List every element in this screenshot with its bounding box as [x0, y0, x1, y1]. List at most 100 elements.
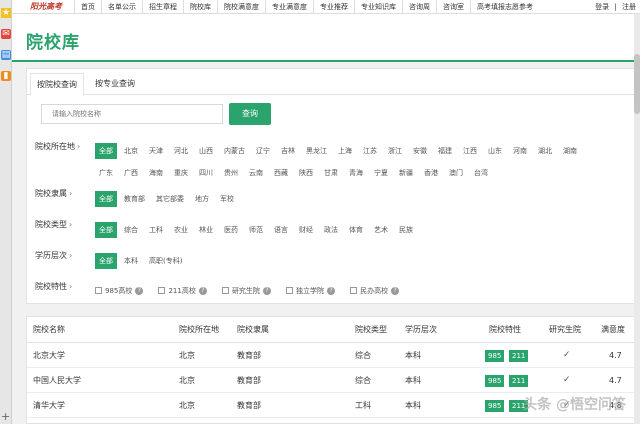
filter-option[interactable]: 湖南 — [559, 143, 581, 159]
filter-option[interactable]: 综合 — [120, 222, 142, 238]
doc-icon[interactable]: ▤ — [1, 50, 11, 60]
column-header[interactable]: 院校类型 — [355, 317, 387, 343]
scrollbar-thumb[interactable] — [634, 54, 640, 114]
filter-option[interactable]: 云南 — [245, 165, 267, 181]
help-icon[interactable]: ? — [262, 286, 271, 295]
filter-option[interactable]: 语言 — [270, 222, 292, 238]
filter-option[interactable]: 海南 — [145, 165, 167, 181]
school-name[interactable]: 中国人民大学 — [33, 368, 81, 393]
nav-item[interactable]: 院校满意度 — [217, 0, 265, 14]
filter-option[interactable]: 河南 — [509, 143, 531, 159]
filter-option[interactable]: 民族 — [395, 222, 417, 238]
feature-checkbox-985[interactable]: 985高校? — [95, 283, 144, 299]
column-header[interactable]: 研究生院 — [549, 317, 581, 343]
nav-item[interactable]: 高考填报志愿参考 — [470, 0, 539, 14]
feature-checkbox-private[interactable]: 民办高校? — [350, 283, 400, 299]
filter-option[interactable]: 新疆 — [395, 165, 417, 181]
feature-checkbox-grad[interactable]: 研究生院? — [221, 283, 271, 299]
filter-option[interactable]: 高职(专科) — [145, 253, 186, 269]
filter-option[interactable]: 上海 — [334, 143, 356, 159]
filter-option[interactable]: 艺术 — [370, 222, 392, 238]
nav-item[interactable]: 首页 — [74, 0, 101, 14]
filter-option[interactable]: 农业 — [170, 222, 192, 238]
filter-option[interactable]: 江苏 — [359, 143, 381, 159]
filter-option[interactable]: 福建 — [434, 143, 456, 159]
filter-option[interactable]: 财经 — [295, 222, 317, 238]
nav-item[interactable]: 专业满意度 — [265, 0, 313, 14]
filter-option[interactable]: 陕西 — [295, 165, 317, 181]
filter-option[interactable]: 西藏 — [270, 165, 292, 181]
help-icon[interactable]: ? — [135, 286, 144, 295]
nav-item[interactable]: 院校库 — [183, 0, 217, 14]
filter-option[interactable]: 军校 — [216, 191, 238, 207]
site-logo[interactable]: 阳光高考 — [30, 1, 62, 12]
column-header[interactable]: 学历层次 — [405, 317, 437, 343]
nav-item[interactable]: 名单公示 — [101, 0, 142, 14]
column-header[interactable]: 院校名称 — [33, 317, 65, 343]
filter-option[interactable]: 天津 — [145, 143, 167, 159]
filter-option[interactable]: 辽宁 — [252, 143, 274, 159]
mail-icon[interactable]: ✉ — [1, 29, 11, 39]
filter-option[interactable]: 澳门 — [445, 165, 467, 181]
filter-option[interactable]: 广东 — [95, 165, 117, 181]
tab-by-major[interactable]: 按专业查询 — [89, 73, 141, 96]
filter-option[interactable]: 全部 — [95, 191, 117, 207]
filter-option[interactable]: 甘肃 — [320, 165, 342, 181]
nav-item[interactable]: 招生章程 — [142, 0, 183, 14]
page-scrollbar[interactable] — [634, 14, 640, 424]
filter-option[interactable]: 广西 — [120, 165, 142, 181]
filter-option[interactable]: 全部 — [95, 222, 117, 238]
nav-item[interactable]: 咨询室 — [436, 0, 470, 14]
filter-option[interactable]: 内蒙古 — [220, 143, 249, 159]
filter-option[interactable]: 黑龙江 — [302, 143, 331, 159]
tab-by-school[interactable]: 按院校查询 — [30, 73, 84, 96]
filter-option[interactable]: 重庆 — [170, 165, 192, 181]
filter-option[interactable]: 政法 — [320, 222, 342, 238]
table-row[interactable]: 北京大学 北京 教育部 综合 本科 985 211 ✓ 4.7 — [27, 343, 637, 368]
column-header[interactable]: 院校隶属 — [237, 317, 269, 343]
feature-checkbox-independent[interactable]: 独立学院? — [286, 283, 336, 299]
filter-option[interactable]: 其它部委 — [152, 191, 188, 207]
table-row[interactable]: 中国人民大学 北京 教育部 综合 本科 985 211 ✓ 4.7 — [27, 368, 637, 393]
filter-option[interactable]: 江西 — [459, 143, 481, 159]
note-icon[interactable]: ▮ — [1, 71, 11, 81]
feature-checkbox-211[interactable]: 211高校? — [158, 283, 207, 299]
nav-item[interactable]: 专业推荐 — [313, 0, 354, 14]
checkbox-icon[interactable] — [158, 287, 166, 294]
filter-option[interactable]: 安徽 — [409, 143, 431, 159]
filter-option[interactable]: 体育 — [345, 222, 367, 238]
add-icon[interactable]: + — [1, 410, 10, 423]
filter-option[interactable]: 医药 — [220, 222, 242, 238]
search-button[interactable]: 查询 — [229, 103, 271, 125]
filter-option[interactable]: 吉林 — [277, 143, 299, 159]
school-search-input[interactable] — [41, 104, 223, 124]
school-name[interactable]: 北京大学 — [33, 343, 65, 368]
filter-option[interactable]: 地方 — [191, 191, 213, 207]
filter-option[interactable]: 工科 — [145, 222, 167, 238]
nav-item[interactable]: 咨询周 — [402, 0, 436, 14]
checkbox-icon[interactable] — [350, 287, 358, 294]
column-header[interactable]: 院校特性 — [489, 317, 521, 343]
filter-option[interactable]: 山东 — [484, 143, 506, 159]
checkbox-icon[interactable] — [221, 287, 229, 294]
column-header[interactable]: 满意度 — [601, 317, 625, 343]
register-link[interactable]: 注册 — [622, 3, 636, 11]
filter-option[interactable]: 贵州 — [220, 165, 242, 181]
filter-option[interactable]: 浙江 — [384, 143, 406, 159]
help-icon[interactable]: ? — [327, 286, 336, 295]
checkbox-icon[interactable] — [286, 287, 294, 294]
nav-item[interactable]: 专业知识库 — [354, 0, 402, 14]
filter-option[interactable]: 台湾 — [470, 165, 492, 181]
checkbox-icon[interactable] — [95, 287, 102, 294]
filter-option[interactable]: 宁夏 — [370, 165, 392, 181]
help-icon[interactable]: ? — [391, 286, 400, 295]
help-icon[interactable]: ? — [198, 286, 207, 295]
column-header[interactable]: 院校所在地 — [179, 317, 219, 343]
filter-option[interactable]: 本科 — [120, 253, 142, 269]
filter-option[interactable]: 林业 — [195, 222, 217, 238]
filter-option[interactable]: 湖北 — [534, 143, 556, 159]
school-name[interactable]: 清华大学 — [33, 393, 65, 418]
filter-option[interactable]: 青海 — [345, 165, 367, 181]
filter-option[interactable]: 河北 — [170, 143, 192, 159]
filter-option[interactable]: 全部 — [95, 143, 117, 159]
